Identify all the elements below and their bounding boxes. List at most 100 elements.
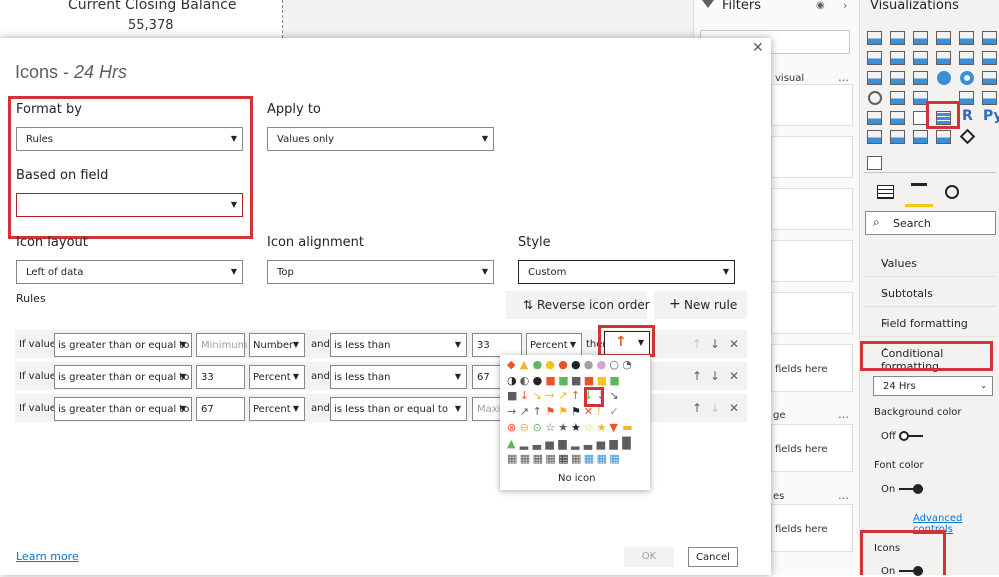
area-chart-icon[interactable] [890,51,905,65]
line-and-column-chart-icon[interactable] [936,51,951,65]
delete-rule-icon[interactable]: ✕ [729,369,739,383]
collapse-filters-icon[interactable]: › [843,0,847,12]
waterfall-chart-icon[interactable] [867,71,882,85]
new-rule-button[interactable]: + New rule [654,291,747,319]
line-and-clustered-column-chart-icon[interactable] [959,51,974,65]
r-visual-icon[interactable]: R [962,108,973,124]
map-icon[interactable] [868,91,882,105]
icon-option[interactable]: ▂ [571,438,581,449]
icon-option[interactable]: ☆ [584,422,594,433]
ok-button[interactable]: OK [624,547,674,567]
icon-layout-dropdown[interactable]: Left of data ▼ [16,260,243,284]
icon-option[interactable]: ● [597,359,607,370]
move-up-icon[interactable]: ↑ [692,401,702,415]
icon-option[interactable]: ▆ [558,438,568,449]
filter-card[interactable] [771,136,853,178]
more-options-icon[interactable]: … [838,71,849,84]
icon-option[interactable]: ↘ [609,390,619,401]
ribbon-chart-icon[interactable] [982,51,997,65]
icon-option[interactable]: ⚑ [571,406,581,417]
icon-option[interactable]: ▦ [545,453,555,464]
icon-option[interactable]: ⚑ [545,406,555,417]
rule-value-1-input[interactable]: 67 [196,397,245,421]
icon-option[interactable]: ↑ [533,406,543,417]
rule-value-1-input[interactable]: 33 [196,365,245,389]
stacked-column-chart-icon[interactable] [890,31,905,45]
learn-more-link[interactable]: Learn more [16,550,79,563]
move-up-icon[interactable]: ↑ [692,369,702,383]
apply-to-dropdown[interactable]: Values only ▼ [267,127,494,151]
icon-option[interactable]: ○ [609,359,619,370]
section-field-formatting[interactable]: ⌄ Field formatting [864,311,996,337]
rule-operator-2-dropdown[interactable]: is less than or equal to ▼ [330,397,467,421]
rule-operator-2-dropdown[interactable]: is less than ▼ [330,365,467,389]
icon-option[interactable]: ▦ [558,453,568,464]
line-chart-icon[interactable] [867,51,882,65]
icon-option[interactable]: ● [533,359,543,370]
kpi-icon[interactable] [867,111,882,125]
no-icon-option[interactable]: No icon [558,473,596,484]
more-options-icon[interactable]: … [838,408,849,421]
icon-option[interactable]: ☆ [545,422,555,433]
series-dropdown[interactable]: 24 Hrs ⌄ [873,376,993,396]
icon-option[interactable]: █ [622,438,632,449]
100-stacked-column-chart-icon[interactable] [982,31,997,45]
move-down-icon[interactable]: ↓ [710,401,720,415]
rule-value-1-input[interactable]: Minimum [196,333,247,357]
icon-option[interactable]: ■ [507,390,517,401]
more-options-icon[interactable]: … [838,489,849,502]
icon-option[interactable]: → [545,390,555,401]
rule-operator-2-dropdown[interactable]: is less than ▼ [330,333,467,357]
icon-option[interactable]: ↗ [520,406,530,417]
rule-operator-1-dropdown[interactable]: is greater than or equal to ▼ [54,333,192,357]
icon-option[interactable]: ▦ [520,453,530,464]
stacked-bar-chart-icon[interactable] [867,31,882,45]
icon-option[interactable]: ↘ [533,390,543,401]
rule-value-2-input[interactable]: 33 [472,333,522,357]
funnel-chart-icon[interactable] [890,71,905,85]
icon-option[interactable]: ! [597,406,607,417]
clustered-bar-chart-icon[interactable] [913,31,928,45]
rule-type-1-dropdown[interactable]: Number ▼ [249,333,305,357]
icon-option[interactable]: ● [545,359,555,370]
rule-value-2-input[interactable]: 67 [472,365,502,389]
background-color-toggle[interactable] [899,431,923,441]
icon-option[interactable]: ▦ [533,453,543,464]
icon-option[interactable]: ◑ [507,375,517,386]
icon-option[interactable]: ★ [558,422,568,433]
icon-option[interactable]: ■ [571,375,581,386]
icon-option[interactable]: ✓ [609,406,619,417]
clustered-column-chart-icon[interactable] [936,31,951,45]
move-down-icon[interactable]: ↓ [710,337,720,351]
style-dropdown[interactable]: Custom ▼ [518,260,735,284]
icon-option[interactable]: ▦ [597,453,607,464]
icon-option[interactable]: ↑ [571,390,581,401]
treemap-icon[interactable] [982,71,997,85]
icon-option[interactable]: ■ [597,375,607,386]
icon-option[interactable]: ▅ [597,438,607,449]
icon-alignment-dropdown[interactable]: Top ▼ [267,260,494,284]
rule-type-1-dropdown[interactable]: Percent ▼ [249,397,305,421]
rule-operator-1-dropdown[interactable]: is greater than or equal to ▼ [54,397,192,421]
icon-option[interactable]: ▲ [507,438,517,449]
icon-option[interactable]: ★ [571,422,581,433]
donut-chart-icon[interactable] [960,71,974,85]
section-values[interactable]: ⌄ Values [864,251,996,277]
icon-option[interactable]: ▃ [533,438,543,449]
python-visual-icon[interactable]: Py [983,108,999,124]
icon-option[interactable]: ▲ [520,359,530,370]
icon-option[interactable]: ■ [545,375,555,386]
eye-icon[interactable]: ◉ [816,0,825,11]
move-down-icon[interactable]: ↓ [710,369,720,383]
filter-card[interactable] [771,240,853,282]
icon-option[interactable]: ■ [609,375,619,386]
card-icon[interactable] [959,91,974,105]
icon-option[interactable]: ● [571,359,581,370]
icon-option[interactable]: → [507,406,517,417]
icon-option[interactable]: ⊖ [520,422,530,433]
cancel-button[interactable]: Cancel [688,547,738,567]
more-visuals-icon[interactable] [864,172,996,173]
rule-value-2-input[interactable]: Maxim [472,397,502,421]
format-tab-icon[interactable] [911,183,927,200]
icon-option[interactable]: ✕ [584,406,594,417]
